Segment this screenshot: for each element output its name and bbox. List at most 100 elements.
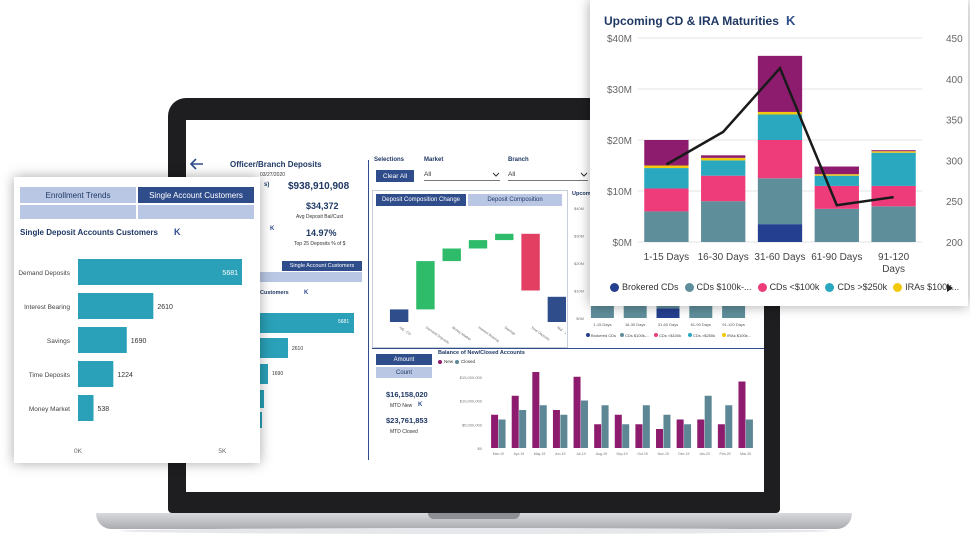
y-tick-label: $30M xyxy=(607,85,632,96)
bar-closed xyxy=(684,424,692,448)
x-tick-label: 16-30 Days xyxy=(625,322,645,327)
bar-value: 1690 xyxy=(272,371,284,377)
bar-closed xyxy=(663,414,671,448)
bar-new xyxy=(552,410,560,448)
legend-dot xyxy=(620,333,624,337)
bar-value-label: 5681 xyxy=(222,270,238,277)
bar-closed xyxy=(560,414,568,448)
y2-tick-label: 300 xyxy=(946,156,963,167)
bar-value-label: 1224 xyxy=(117,372,133,379)
legend-item[interactable]: CDs <$100k xyxy=(757,282,820,292)
x-tick-label: 1-15 Days xyxy=(593,322,611,327)
legend-item[interactable]: Brokered CDs xyxy=(610,282,679,292)
bar xyxy=(78,259,242,285)
top25-label: Top 25 Deposits % of $ xyxy=(294,241,346,247)
tab-blank-2[interactable] xyxy=(138,205,254,219)
bar-segment xyxy=(701,155,746,158)
x-tick-label: Sep-19 xyxy=(616,452,627,456)
y-tick-label: $5,000,000 xyxy=(462,422,483,427)
y-tick-label: $10M xyxy=(607,187,632,198)
legend-label: Brokered CDs xyxy=(591,333,616,338)
branch-label: Branch xyxy=(508,157,529,163)
legend-closed: Closed xyxy=(461,359,476,364)
market-select-value: All xyxy=(424,171,432,178)
waterfall-bar xyxy=(389,309,409,322)
legend-dot xyxy=(688,333,692,337)
balance-new-closed-chart: $15,000,000 $10,000,000 $5,000,000 $0 Mar-19… xyxy=(460,372,753,456)
tab-single-account-customers[interactable]: Single Account Customers xyxy=(282,261,362,271)
legend-item[interactable]: CDs $100k-... xyxy=(684,282,752,292)
bar-segment xyxy=(871,150,916,152)
branch-select[interactable]: All xyxy=(508,169,588,181)
play-right-icon[interactable] xyxy=(946,284,954,292)
x-tick-label: 31-60 Days xyxy=(754,252,805,263)
x-tick-label: Money Market xyxy=(451,326,471,342)
bar-segment xyxy=(814,208,859,242)
y2-tick-label: 450 xyxy=(946,34,963,45)
legend-dot xyxy=(586,333,590,337)
x-tick-label: 0K xyxy=(74,448,83,455)
legend-dot xyxy=(610,282,619,292)
mtd-closed-label: MTD Closed xyxy=(390,429,418,435)
y-tick-label: $15,000,000 xyxy=(460,375,483,380)
y-tick-label: $0 xyxy=(478,446,483,451)
tab-deposit-composition[interactable]: Deposit Composition xyxy=(468,194,562,206)
tab-enrollment-trends[interactable]: Enrollment Trends xyxy=(20,187,136,203)
legend-dot xyxy=(684,282,694,292)
legend-label: CDs >$250k xyxy=(837,282,888,292)
x-tick-label: Apr-19 xyxy=(514,452,525,456)
vertical-divider xyxy=(368,160,369,460)
bar-closed xyxy=(498,419,506,448)
amount-button[interactable]: Amount xyxy=(376,354,432,365)
bar-segment xyxy=(701,157,746,161)
bar-segment xyxy=(644,168,689,189)
x-tick-label: Days xyxy=(882,264,905,275)
x-tick-label: May-19 xyxy=(534,452,546,456)
single-deposit-card: Enrollment Trends Single Account Custome… xyxy=(14,177,260,463)
bar-closed xyxy=(580,400,588,448)
legend-dot xyxy=(825,282,835,292)
laptop-shadow xyxy=(120,528,830,534)
bar xyxy=(78,361,114,387)
bar-segment xyxy=(757,111,803,115)
y-tick-label: $40M xyxy=(607,34,632,45)
market-label: Market xyxy=(424,157,444,163)
clear-all-button[interactable]: Clear All xyxy=(376,170,414,182)
bar-new xyxy=(573,376,581,448)
legend-item[interactable]: CDs >$250k xyxy=(825,282,887,292)
x-tick-label: Jan-20 xyxy=(699,452,710,456)
tab-blank-1[interactable] xyxy=(20,205,136,219)
bar-new xyxy=(532,372,540,448)
legend-label: CDs <$100k xyxy=(769,282,820,292)
x-tick-label: 31-60 Days xyxy=(658,322,678,327)
x-tick-label: Jun-19 xyxy=(555,452,566,456)
bar-value: 5681 xyxy=(338,319,350,325)
market-select[interactable]: All xyxy=(424,169,500,181)
tab-single-account-customers[interactable]: Single Account Customers xyxy=(138,187,254,203)
y-tick-label: $10M xyxy=(574,289,584,294)
bar-category-label: Money Market xyxy=(29,406,70,413)
tab-placeholder[interactable] xyxy=(258,272,362,282)
y2-tick-label: 250 xyxy=(946,197,963,208)
bar-segment xyxy=(757,140,803,179)
bar-new xyxy=(614,414,622,448)
total-deposits-value: $938,910,908 xyxy=(288,181,350,192)
x-tick-label: Time Deposits xyxy=(530,326,551,342)
tab-deposit-composition-change[interactable]: Deposit Composition Change xyxy=(376,194,466,206)
x-tick-label: 91-120 xyxy=(878,252,910,263)
y-tick-label: $20M xyxy=(574,261,584,266)
x-tick-label: Oct-19 xyxy=(637,452,648,456)
y2-tick-label: 350 xyxy=(946,116,963,127)
arrow-left-icon[interactable] xyxy=(190,158,204,170)
bar-segment xyxy=(644,140,689,166)
legend-label: CDs <$100k xyxy=(659,333,681,338)
k-logo-icon: K xyxy=(270,226,275,232)
waterfall-bar xyxy=(416,261,435,310)
waterfall-bar xyxy=(468,240,488,249)
y-tick-label: $0M xyxy=(613,238,632,249)
laptop-notch xyxy=(428,513,520,519)
legend-dot xyxy=(722,333,726,337)
count-button[interactable]: Count xyxy=(376,367,432,378)
card-title: Single Deposit Accounts Customers xyxy=(20,228,158,237)
bar-closed xyxy=(704,395,712,448)
